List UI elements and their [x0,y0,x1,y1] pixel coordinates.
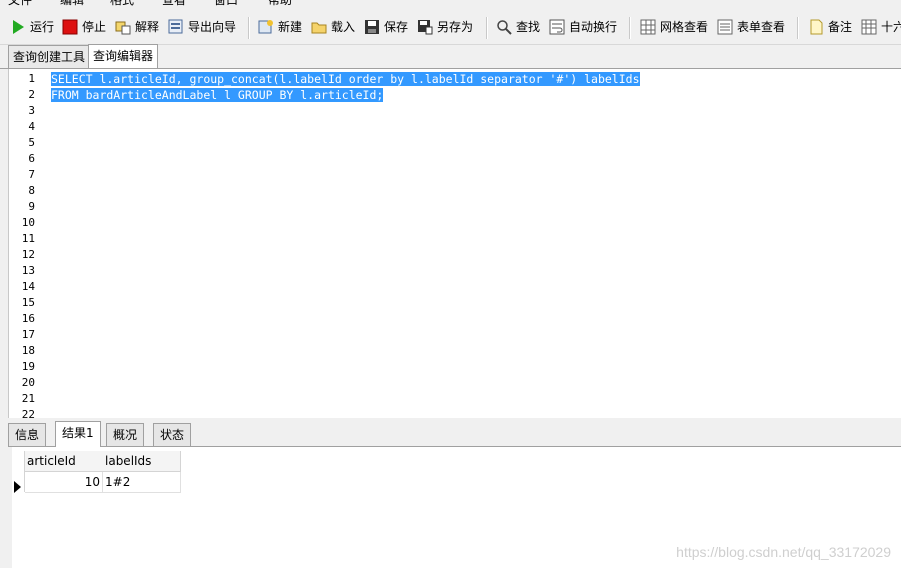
memo-icon [808,19,824,35]
grid-view-button[interactable]: 网格查看 [640,18,708,36]
stop-icon [62,19,78,35]
search-icon [496,19,512,35]
run-button[interactable]: 运行 [10,18,54,36]
toolbar-separator [629,17,631,39]
form-view-button[interactable]: 表单查看 [717,18,785,36]
line-number: 11 [21,232,35,245]
line-number: 20 [21,376,35,389]
form-view-label: 表单查看 [737,20,786,34]
word-wrap-button[interactable]: 自动换行 [549,18,617,36]
line-number: 17 [21,328,35,341]
memo-label: 备注 [828,20,853,34]
menu-bar: 文件 编辑 格式 查看 窗口 帮助 [0,0,901,8]
line-number-gutter: 1 2 3 4 5 6 7 8 9 10 11 12 13 14 15 16 1… [9,69,49,418]
find-button[interactable]: 查找 [496,18,540,36]
export-wizard-button[interactable]: 导出向导 [168,18,236,36]
save-button[interactable]: 保存 [364,18,408,36]
explain-icon [115,19,131,35]
toolbar-separator [797,17,799,39]
line-number: 19 [21,360,35,373]
code-line: SELECT l.articleId, group_concat(l.label… [51,72,640,86]
line-number: 18 [21,344,35,357]
explain-label: 解释 [135,20,160,34]
tab-query-builder[interactable]: 查询创建工具 [8,45,91,68]
sql-editor[interactable]: 1 2 3 4 5 6 7 8 9 10 11 12 13 14 15 16 1… [8,69,901,418]
tab-profile[interactable]: 概况 [106,423,145,446]
new-button[interactable]: 新建 [258,18,302,36]
grid-icon [640,19,656,35]
cell-articleId[interactable]: 10 [25,472,103,493]
grid-view-label: 网格查看 [660,20,709,34]
line-number: 21 [21,392,35,405]
code-area[interactable]: SELECT l.articleId, group_concat(l.label… [51,71,640,103]
column-header-labelIds[interactable]: labelIds [103,451,181,472]
export-wizard-label: 导出向导 [188,20,237,34]
menu-help[interactable]: 帮助 [268,0,292,8]
line-number: 22 [21,408,35,418]
explain-button[interactable]: 解释 [115,18,159,36]
folder-icon [311,19,327,35]
save-icon [364,19,380,35]
word-wrap-icon [549,19,565,35]
run-icon [10,19,26,35]
line-number: 4 [28,120,35,133]
save-as-icon [417,19,433,35]
row-indicator-column [12,451,25,493]
line-number: 14 [21,280,35,293]
tab-query-editor[interactable]: 查询编辑器 [88,44,159,68]
current-row-arrow-icon [14,481,21,493]
line-number: 2 [28,88,35,101]
line-number: 8 [28,184,35,197]
line-number: 15 [21,296,35,309]
menu-window[interactable]: 窗口 [214,0,238,8]
line-number: 12 [21,248,35,261]
word-wrap-label: 自动换行 [569,20,618,34]
menu-file[interactable]: 文件 [8,0,32,8]
watermark: https://blog.csdn.net/qq_33172029 [676,544,891,560]
save-as-button[interactable]: 另存为 [417,18,473,36]
hex-button[interactable]: 十六 [861,18,901,36]
load-button[interactable]: 载入 [311,18,355,36]
toolbar: 运行 停止 解释 导出向导 新建 载入 保存 另存为 查找 自动换行 网格查看 … [0,10,901,45]
line-number: 3 [28,104,35,117]
line-number: 5 [28,136,35,149]
toolbar-separator [248,17,250,39]
table-row[interactable]: 10 1#2 [25,472,181,493]
result-tabs: 信息 结果1 概况 状态 [8,418,901,447]
stop-label: 停止 [82,20,107,34]
find-label: 查找 [516,20,541,34]
line-number: 1 [28,72,35,85]
code-line: FROM bardArticleAndLabel l GROUP BY l.ar… [51,88,384,102]
query-tabs: 查询创建工具 查询编辑器 [0,44,901,69]
save-label: 保存 [384,20,409,34]
cell-labelIds[interactable]: 1#2 [103,472,181,493]
menu-edit[interactable]: 编辑 [60,0,84,8]
tab-status[interactable]: 状态 [153,423,192,446]
line-number: 7 [28,168,35,181]
load-label: 载入 [331,20,356,34]
tab-info[interactable]: 信息 [8,423,47,446]
stop-button[interactable]: 停止 [62,18,106,36]
save-as-label: 另存为 [437,20,474,34]
run-label: 运行 [30,20,55,34]
tab-result-1[interactable]: 结果1 [55,421,101,447]
line-number: 9 [28,200,35,213]
export-icon [168,19,184,35]
menu-view[interactable]: 查看 [162,0,186,8]
form-icon [717,19,733,35]
menu-format[interactable]: 格式 [110,0,134,8]
hex-icon [861,19,877,35]
line-number: 10 [21,216,35,229]
line-number: 13 [21,264,35,277]
toolbar-separator [486,17,488,39]
new-query-icon [258,19,274,35]
new-label: 新建 [278,20,303,34]
line-number: 16 [21,312,35,325]
line-number: 6 [28,152,35,165]
column-header-articleId[interactable]: articleId [25,451,104,472]
hex-label: 十六 [881,20,901,34]
memo-button[interactable]: 备注 [808,18,852,36]
